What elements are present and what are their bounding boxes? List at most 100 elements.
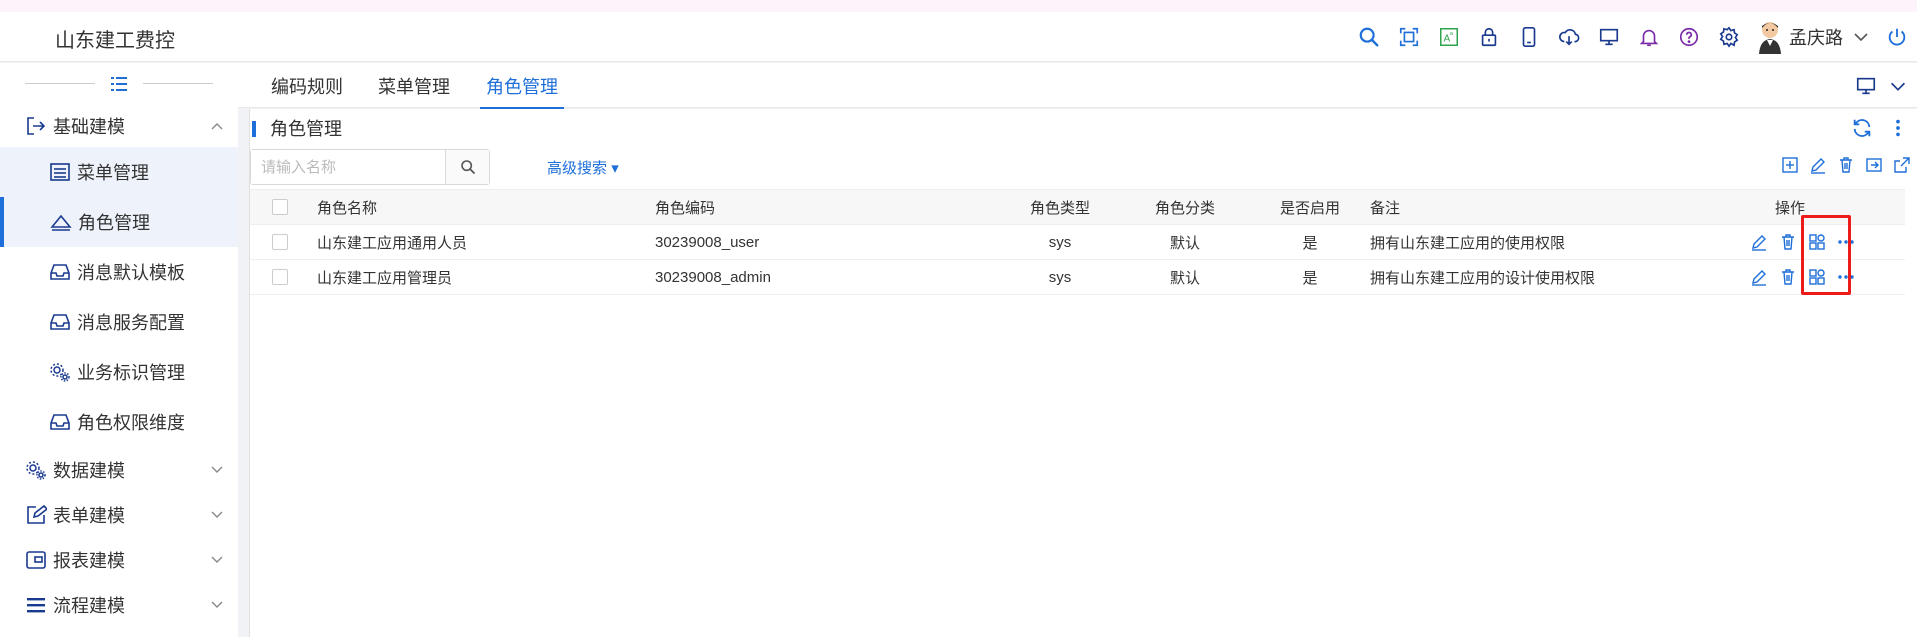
remark-cell: 拥有山东建工应用的设计使用权限 [1370, 269, 1596, 287]
row-checkbox[interactable] [272, 269, 288, 285]
table-toolbar [1781, 156, 1911, 174]
caret-down-icon: ▾ [611, 160, 619, 177]
advanced-search-label: 高级搜索 [547, 160, 608, 177]
sidebar-item-label: 角色权限维度 [77, 413, 185, 433]
sidebar-item-label: 菜单管理 [77, 163, 149, 183]
help-icon[interactable] [1669, 12, 1709, 62]
chevron-down-icon[interactable] [1887, 75, 1909, 97]
column-header: 角色类型 [1029, 199, 1090, 217]
sidebar-group-basic-modeling[interactable]: 基础建模 [0, 105, 238, 147]
sidebar-group-data-modeling[interactable]: 数据建模 [0, 447, 238, 492]
edit-icon[interactable] [1809, 156, 1827, 174]
list-toggle-icon[interactable] [108, 73, 130, 95]
panel-tools [1851, 117, 1909, 139]
sidebar-item-role-management[interactable]: 角色管理 [0, 197, 238, 247]
tab-bar: 编码规则 菜单管理 角色管理 [238, 63, 1917, 109]
inbox-icon [49, 261, 71, 283]
sidebar-item-message-template[interactable]: 消息默认模板 [0, 247, 238, 297]
settings-icon[interactable] [1709, 12, 1749, 62]
main-area: 编码规则 菜单管理 角色管理 角色管理 高级搜索 ▾ [238, 63, 1917, 637]
refresh-icon[interactable] [1851, 117, 1873, 139]
lock-icon[interactable] [1469, 12, 1509, 62]
sidebar-item-label: 角色管理 [78, 213, 150, 233]
monitor-icon[interactable] [1855, 75, 1877, 97]
lines-icon [25, 594, 47, 616]
tab-coding-rules[interactable]: 编码规则 [271, 73, 343, 107]
panel-title: 角色管理 [270, 119, 342, 139]
row-checkbox-cell [272, 225, 288, 259]
enabled-cell: 是 [1302, 234, 1318, 252]
sidebar-group-label: 表单建模 [53, 505, 125, 526]
table-row[interactable]: 山东建工应用通用人员 30239008_user sys 默认 是 拥有山东建工… [250, 225, 1905, 260]
chevron-down-icon [211, 511, 223, 518]
user-menu[interactable]: 孟庆路 [1755, 20, 1869, 54]
tab-menu-management[interactable]: 菜单管理 [378, 73, 450, 107]
report-icon [25, 549, 47, 571]
sidebar-item-role-permission[interactable]: 角色权限维度 [0, 397, 238, 447]
logout-square-icon [25, 115, 47, 137]
search-icon[interactable] [1349, 12, 1389, 62]
role-code-cell: 30239008_user [655, 233, 760, 251]
highlight-box [1801, 215, 1851, 295]
search-box [250, 149, 490, 185]
table-row[interactable]: 山东建工应用管理员 30239008_admin sys 默认 是 拥有山东建工… [250, 260, 1905, 295]
delete-icon[interactable] [1779, 268, 1797, 286]
gears-icon [25, 459, 47, 481]
sidebar-group-flow-modeling[interactable]: 流程建模 [0, 582, 238, 627]
tab-role-management[interactable]: 角色管理 [480, 73, 564, 109]
import-icon[interactable] [1865, 156, 1883, 174]
table-header: 角色名称 角色编码 角色类型 角色分类 是否启用 备注 操作 [250, 189, 1905, 225]
avatar [1759, 22, 1781, 54]
inbox-icon [49, 311, 71, 333]
monitor-icon[interactable] [1589, 12, 1629, 62]
edit-form-icon [25, 504, 47, 526]
chevron-down-icon [1854, 33, 1868, 42]
sidebar-header [0, 63, 238, 105]
search-button[interactable] [445, 150, 489, 184]
sidebar-group-label: 流程建模 [53, 595, 125, 616]
edit-icon[interactable] [1750, 268, 1768, 286]
search-input[interactable] [251, 150, 445, 184]
column-header: 角色编码 [655, 199, 716, 217]
remark-cell: 拥有山东建工应用的使用权限 [1370, 234, 1566, 252]
divider [25, 83, 95, 84]
sidebar: 基础建模 菜单管理 角色管理 消息默认模板 消息服务配置 业务标识管理 角色权限… [0, 63, 238, 637]
role-name-cell: 山东建工应用通用人员 [317, 234, 468, 252]
sidebar-item-label: 消息服务配置 [77, 313, 185, 333]
power-icon[interactable] [1877, 12, 1917, 62]
role-category-cell: 默认 [1169, 234, 1200, 252]
role-category-cell: 默认 [1169, 269, 1200, 287]
title-accent-bar [252, 121, 256, 137]
sidebar-item-business-id[interactable]: 业务标识管理 [0, 347, 238, 397]
row-checkbox[interactable] [272, 234, 288, 250]
sidebar-group-form-modeling[interactable]: 表单建模 [0, 492, 238, 537]
row-checkbox-cell [272, 260, 288, 294]
sidebar-item-message-service[interactable]: 消息服务配置 [0, 297, 238, 347]
gears-icon [49, 361, 71, 383]
tablet-icon[interactable] [1509, 12, 1549, 62]
bell-icon[interactable] [1629, 12, 1669, 62]
delete-icon[interactable] [1837, 156, 1855, 174]
export-icon[interactable] [1893, 156, 1911, 174]
more-vertical-icon[interactable] [1887, 117, 1909, 139]
select-all-checkbox[interactable] [272, 199, 288, 215]
column-header: 备注 [1370, 199, 1401, 217]
advanced-search-link[interactable]: 高级搜索 ▾ [547, 157, 619, 178]
sidebar-item-label: 业务标识管理 [77, 363, 185, 383]
sidebar-group-label: 报表建模 [53, 550, 125, 571]
roles-table: 角色名称 角色编码 角色类型 角色分类 是否启用 备注 操作 山东建工应用通用人… [250, 189, 1905, 295]
app-title: 山东建工费控 [55, 30, 175, 52]
add-icon[interactable] [1781, 156, 1799, 174]
chevron-down-icon [211, 601, 223, 608]
cloud-download-icon[interactable] [1549, 12, 1589, 62]
sidebar-group-report-modeling[interactable]: 报表建模 [0, 537, 238, 582]
sidebar-group-label: 基础建模 [53, 117, 125, 137]
user-name: 孟庆路 [1789, 28, 1843, 48]
sidebar-item-menu-management[interactable]: 菜单管理 [0, 147, 238, 197]
fullscreen-icon[interactable] [1389, 12, 1429, 62]
chevron-down-icon [211, 466, 223, 473]
delete-icon[interactable] [1779, 233, 1797, 251]
role-type-cell: sys [1048, 268, 1072, 286]
edit-icon[interactable] [1750, 233, 1768, 251]
font-size-icon[interactable]: Aa [1429, 12, 1469, 62]
